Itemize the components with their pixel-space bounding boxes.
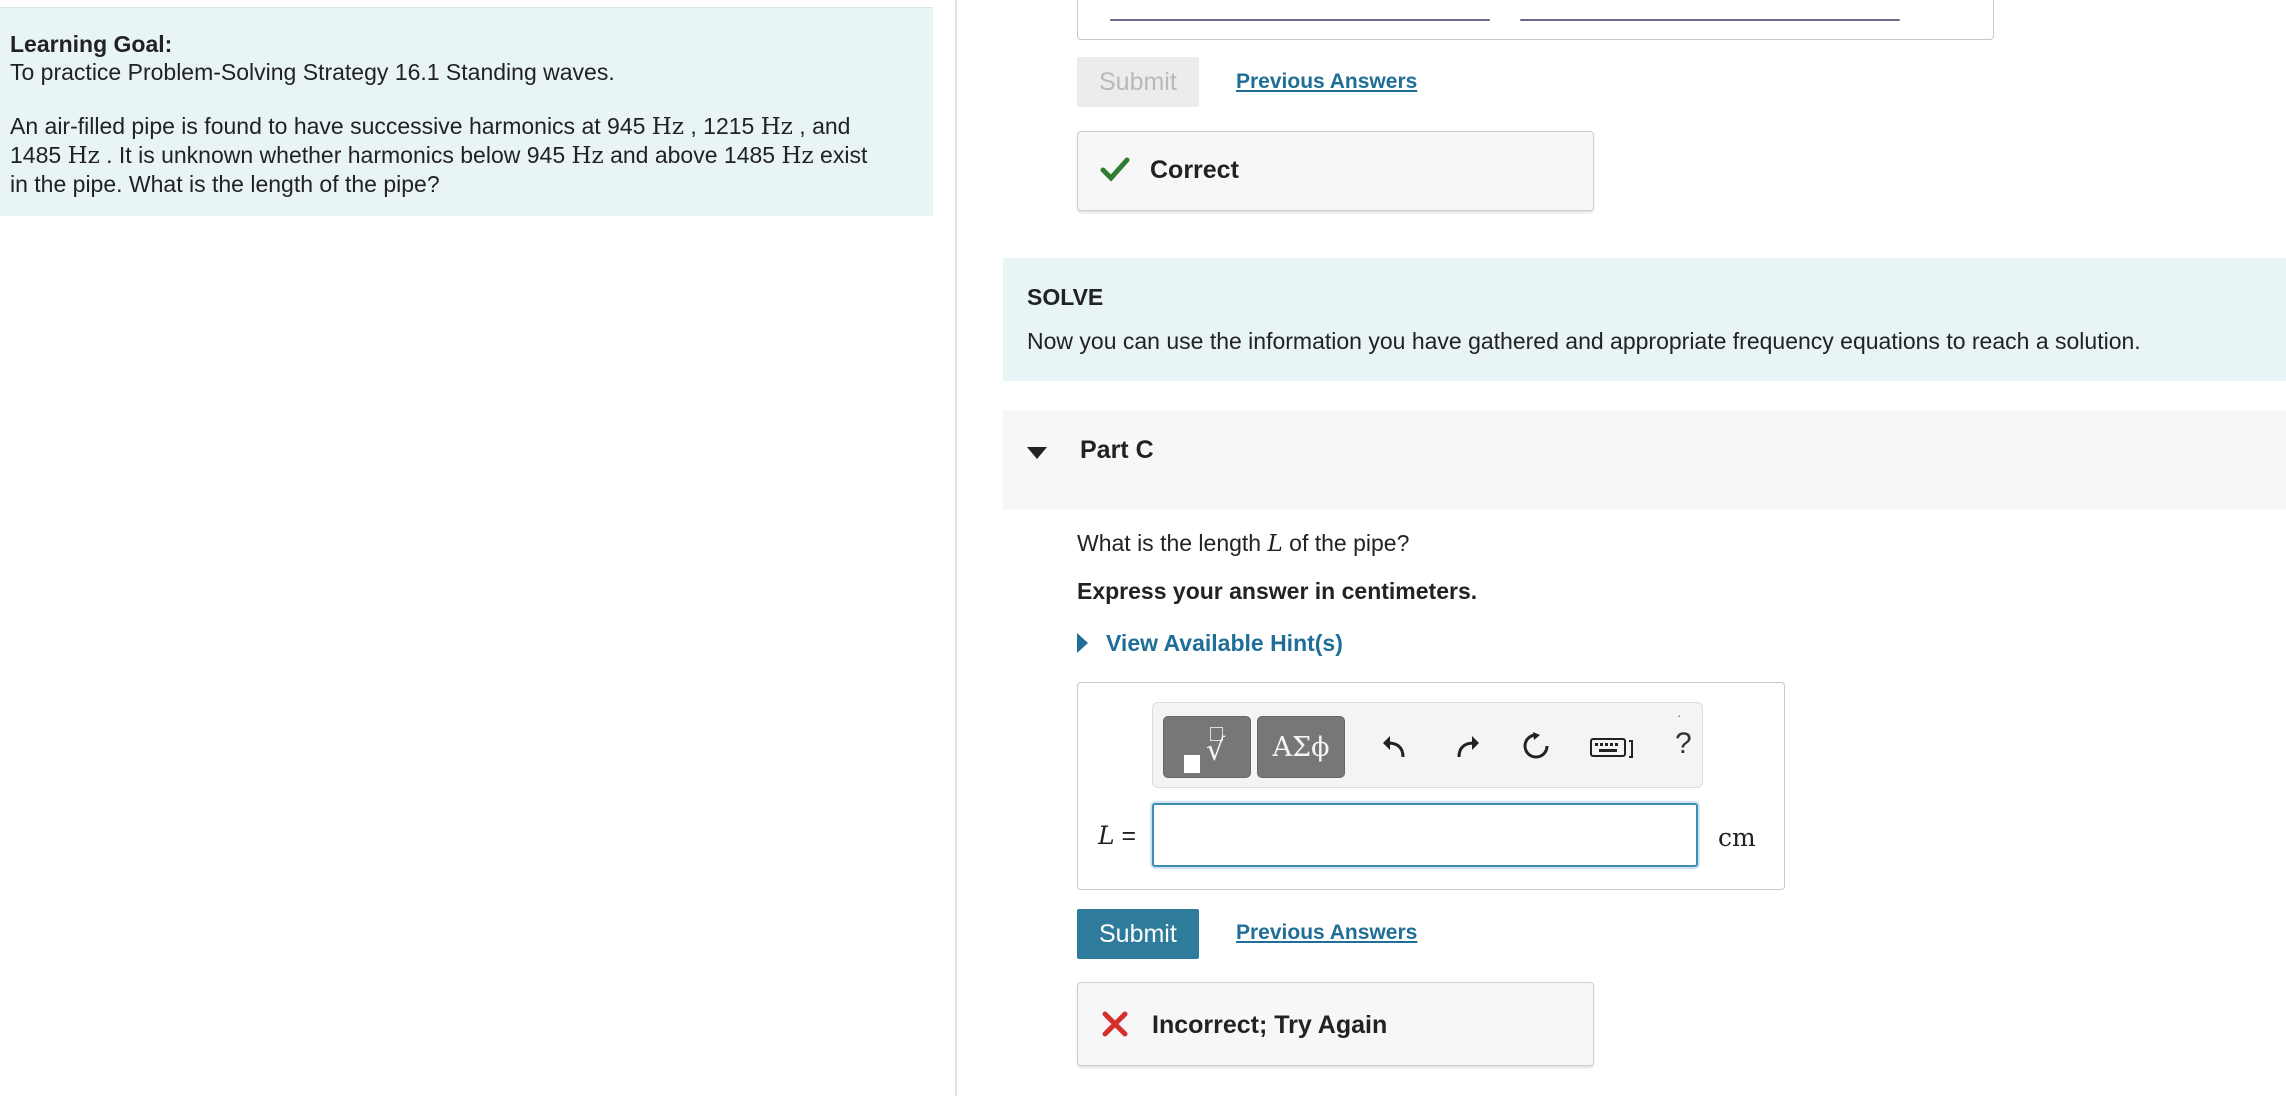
unit-hz: Hz xyxy=(67,143,100,169)
previous-answer-card xyxy=(1077,0,1994,40)
check-icon xyxy=(1100,157,1130,182)
view-hints-link[interactable]: View Available Hint(s) xyxy=(1106,630,1343,657)
template-square xyxy=(1184,755,1200,773)
problem-text: , 1215 xyxy=(683,113,761,139)
unit-hz: Hz xyxy=(571,143,604,169)
unit-hz: Hz xyxy=(651,114,684,140)
equals-sign: = xyxy=(1114,822,1137,850)
right-panel: Submit Previous Answers Correct SOLVE No… xyxy=(957,0,2286,1096)
caret-down-icon[interactable] xyxy=(1027,447,1047,459)
goal-title: Learning Goal: xyxy=(10,31,173,57)
caret-right-icon[interactable] xyxy=(1077,633,1088,653)
question-post: of the pipe? xyxy=(1282,530,1410,556)
submit-button[interactable]: Submit xyxy=(1077,909,1199,959)
answer-box: √ ΑΣϕ · ? L = cm xyxy=(1077,682,1785,890)
previous-input-edge xyxy=(1110,19,1490,21)
keyboard-icon[interactable] xyxy=(1589,731,1639,761)
problem-text: in the pipe. What is the length of the p… xyxy=(10,171,440,197)
correct-feedback: Correct xyxy=(1077,131,1594,211)
help-icon[interactable]: ? xyxy=(1675,727,1692,761)
answer-input[interactable] xyxy=(1152,803,1698,867)
feedback-text: Incorrect; Try Again xyxy=(1152,1011,1388,1039)
question-text: What is the length L of the pipe? xyxy=(1077,530,1409,557)
problem-text: . It is unknown whether harmonics below … xyxy=(99,142,572,168)
problem-text: , and xyxy=(792,113,851,139)
greek-label: ΑΣϕ xyxy=(1272,732,1330,763)
question-pre: What is the length xyxy=(1077,530,1268,556)
question-var: L xyxy=(1267,531,1283,557)
unit-hz: Hz xyxy=(781,143,814,169)
left-panel: Learning Goal: To practice Problem-Solvi… xyxy=(0,0,955,1096)
problem-text: An air-filled pipe is found to have succ… xyxy=(10,113,652,139)
previous-answers-link[interactable]: Previous Answers xyxy=(1236,920,1417,946)
incorrect-feedback: Incorrect; Try Again xyxy=(1077,982,1594,1066)
radical-glyph: √ xyxy=(1206,733,1226,768)
previous-answers-link[interactable]: Previous Answers xyxy=(1236,69,1417,95)
feedback-text: Correct xyxy=(1150,156,1239,184)
greek-symbols-button[interactable]: ΑΣϕ xyxy=(1257,716,1345,778)
math-templates-icon[interactable]: √ xyxy=(1163,716,1251,778)
solve-text: Now you can use the information you have… xyxy=(1027,328,2141,354)
previous-input-edge xyxy=(1520,19,1900,21)
problem-text: and above 1485 xyxy=(603,142,782,168)
math-toolbar: √ ΑΣϕ · ? xyxy=(1152,702,1703,788)
variable-symbol: L xyxy=(1098,821,1115,850)
part-title: Part C xyxy=(1080,436,1154,464)
part-c-header[interactable]: Part C xyxy=(1003,410,2286,510)
x-icon xyxy=(1102,1011,1128,1037)
solve-box: SOLVE Now you can use the information yo… xyxy=(1003,258,2286,381)
unit-hz: Hz xyxy=(760,114,793,140)
reset-icon[interactable] xyxy=(1521,731,1551,761)
learning-goal-box: Learning Goal: To practice Problem-Solvi… xyxy=(0,7,933,216)
goal-text: To practice Problem-Solving Strategy 16.… xyxy=(10,59,615,85)
variable-label: L = xyxy=(1098,821,1136,851)
submit-button-disabled[interactable]: Submit xyxy=(1077,57,1199,107)
redo-icon[interactable] xyxy=(1453,731,1483,761)
problem-text: exist xyxy=(813,142,868,168)
solve-title: SOLVE xyxy=(1027,284,1104,310)
undo-icon[interactable] xyxy=(1379,731,1409,761)
unit-label: cm xyxy=(1718,823,1756,852)
answer-instruction: Express your answer in centimeters. xyxy=(1077,578,1478,604)
toolbar-dot: · xyxy=(1677,707,1682,723)
problem-text: 1485 xyxy=(10,142,68,168)
problem-statement: An air-filled pipe is found to have succ… xyxy=(10,112,910,198)
